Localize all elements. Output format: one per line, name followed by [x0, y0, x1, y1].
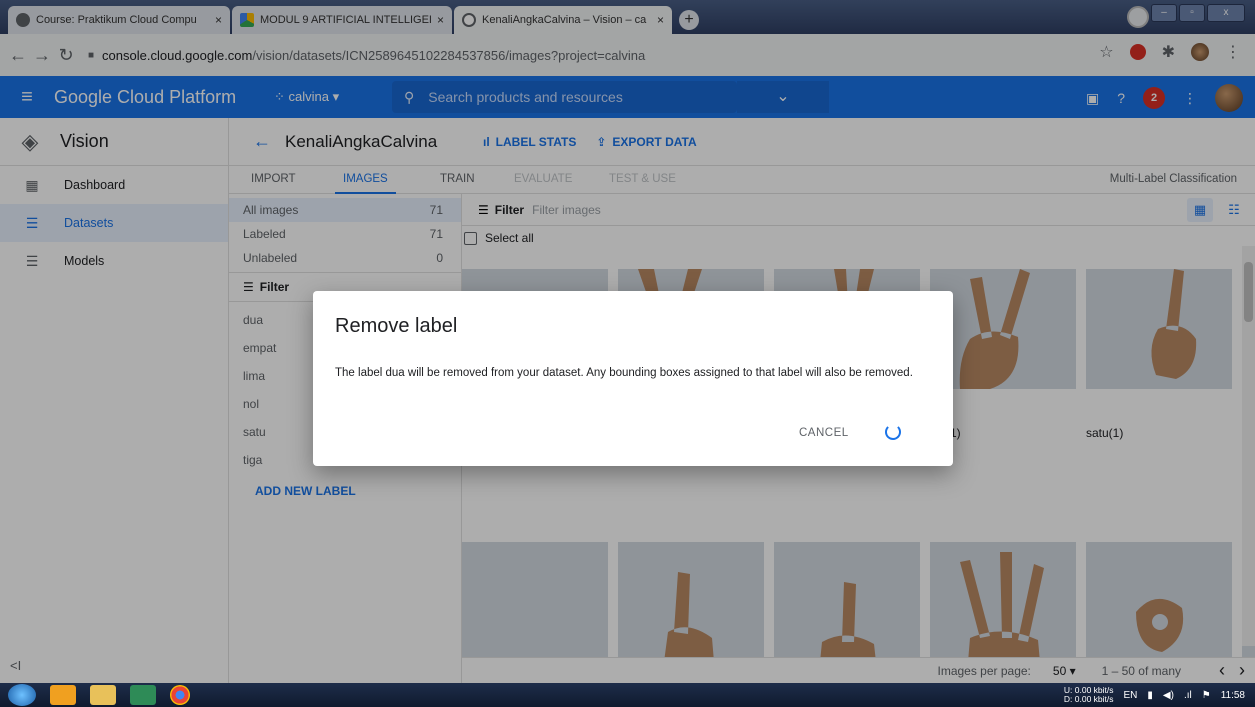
cancel-button[interactable]: CANCEL — [799, 427, 849, 439]
taskbar: U: 0.00 kbit/s D: 0.00 kbit/s EN ▮ ◀) .ı… — [0, 683, 1255, 707]
signal-icon[interactable]: .ıl — [1184, 690, 1192, 701]
dialog-title: Remove label — [335, 315, 458, 337]
volume-icon[interactable]: ◀) — [1163, 690, 1174, 701]
flag-icon[interactable]: ⚑ — [1202, 690, 1211, 701]
network-icon[interactable]: ▮ — [1147, 690, 1153, 701]
folder-icon[interactable] — [90, 685, 116, 705]
loading-spinner-icon — [885, 424, 901, 440]
net-down-value: 0.00 kbit/s — [1074, 694, 1114, 704]
system-tray: U: 0.00 kbit/s D: 0.00 kbit/s EN ▮ ◀) .ı… — [1064, 683, 1245, 707]
start-button-icon[interactable] — [8, 684, 36, 706]
chrome-icon[interactable] — [170, 685, 190, 705]
net-down-label: D: — [1063, 694, 1073, 704]
media-player-icon[interactable] — [50, 685, 76, 705]
network-speed: U: 0.00 kbit/s D: 0.00 kbit/s — [1064, 686, 1114, 704]
dialog-message: The label dua will be removed from your … — [335, 367, 913, 379]
remove-label-dialog: Remove label The label dua will be remov… — [313, 291, 953, 466]
clock[interactable]: 11:58 — [1221, 690, 1245, 701]
screen: Course: Praktikum Cloud Compu × MODUL 9 … — [0, 0, 1255, 707]
excel-icon[interactable] — [130, 685, 156, 705]
language-indicator[interactable]: EN — [1124, 690, 1138, 701]
